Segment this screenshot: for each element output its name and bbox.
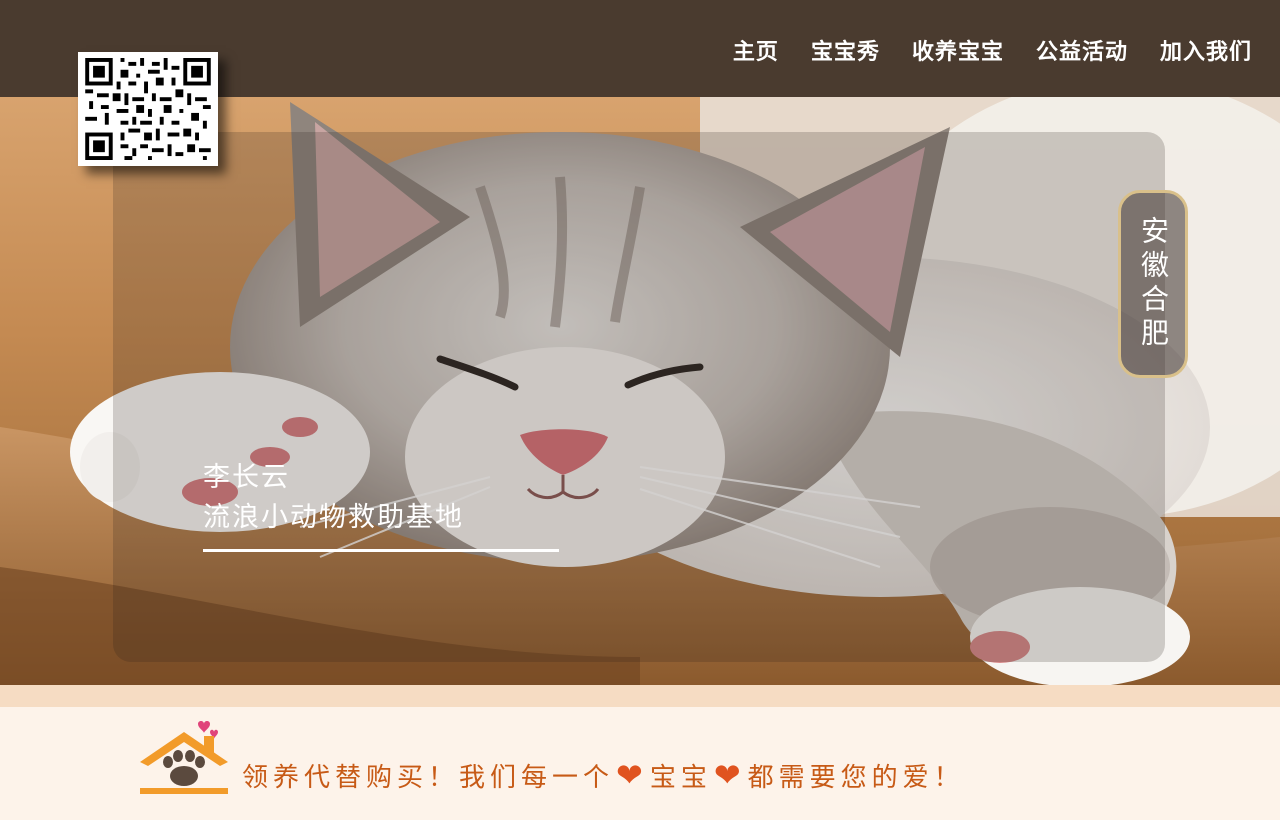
nav-item-join-us[interactable]: 加入我们 <box>1160 34 1252 66</box>
qr-code <box>78 52 218 166</box>
nav-item-home[interactable]: 主页 <box>733 34 779 66</box>
heart-icon: ❤ <box>616 756 648 794</box>
slogan-part2: 宝宝 <box>649 762 712 793</box>
hero-overlay-panel <box>113 132 1165 662</box>
qr-code-icon <box>85 58 211 160</box>
nav-item-baby-show[interactable]: 宝宝秀 <box>811 34 880 66</box>
location-badge: 安徽合肥 <box>1118 190 1188 378</box>
pet-house-paw-icon <box>140 721 228 794</box>
slogan-part1: 领养代替购买！我们每一个 <box>242 762 615 793</box>
title-underline <box>203 549 559 552</box>
slogan-part3: 都需要您的爱！ <box>747 762 965 793</box>
owner-name: 李长云 <box>203 462 290 493</box>
main-nav: 主页 宝宝秀 收养宝宝 公益活动 加入我们 <box>733 34 1252 66</box>
divider-strip <box>0 685 1280 707</box>
nav-item-charity[interactable]: 公益活动 <box>1036 34 1128 66</box>
location-text: 安徽合肥 <box>1137 216 1170 352</box>
hero-title-block: 李长云 流浪小动物救助基地 <box>203 458 464 538</box>
nav-item-adopt[interactable]: 收养宝宝 <box>912 34 1004 66</box>
adoption-slogan: 领养代替购买！我们每一个 ❤ 宝宝 ❤ 都需要您的爱！ <box>242 756 965 794</box>
organization-name: 流浪小动物救助基地 <box>203 502 464 533</box>
heart-icon: ❤ <box>713 756 746 794</box>
